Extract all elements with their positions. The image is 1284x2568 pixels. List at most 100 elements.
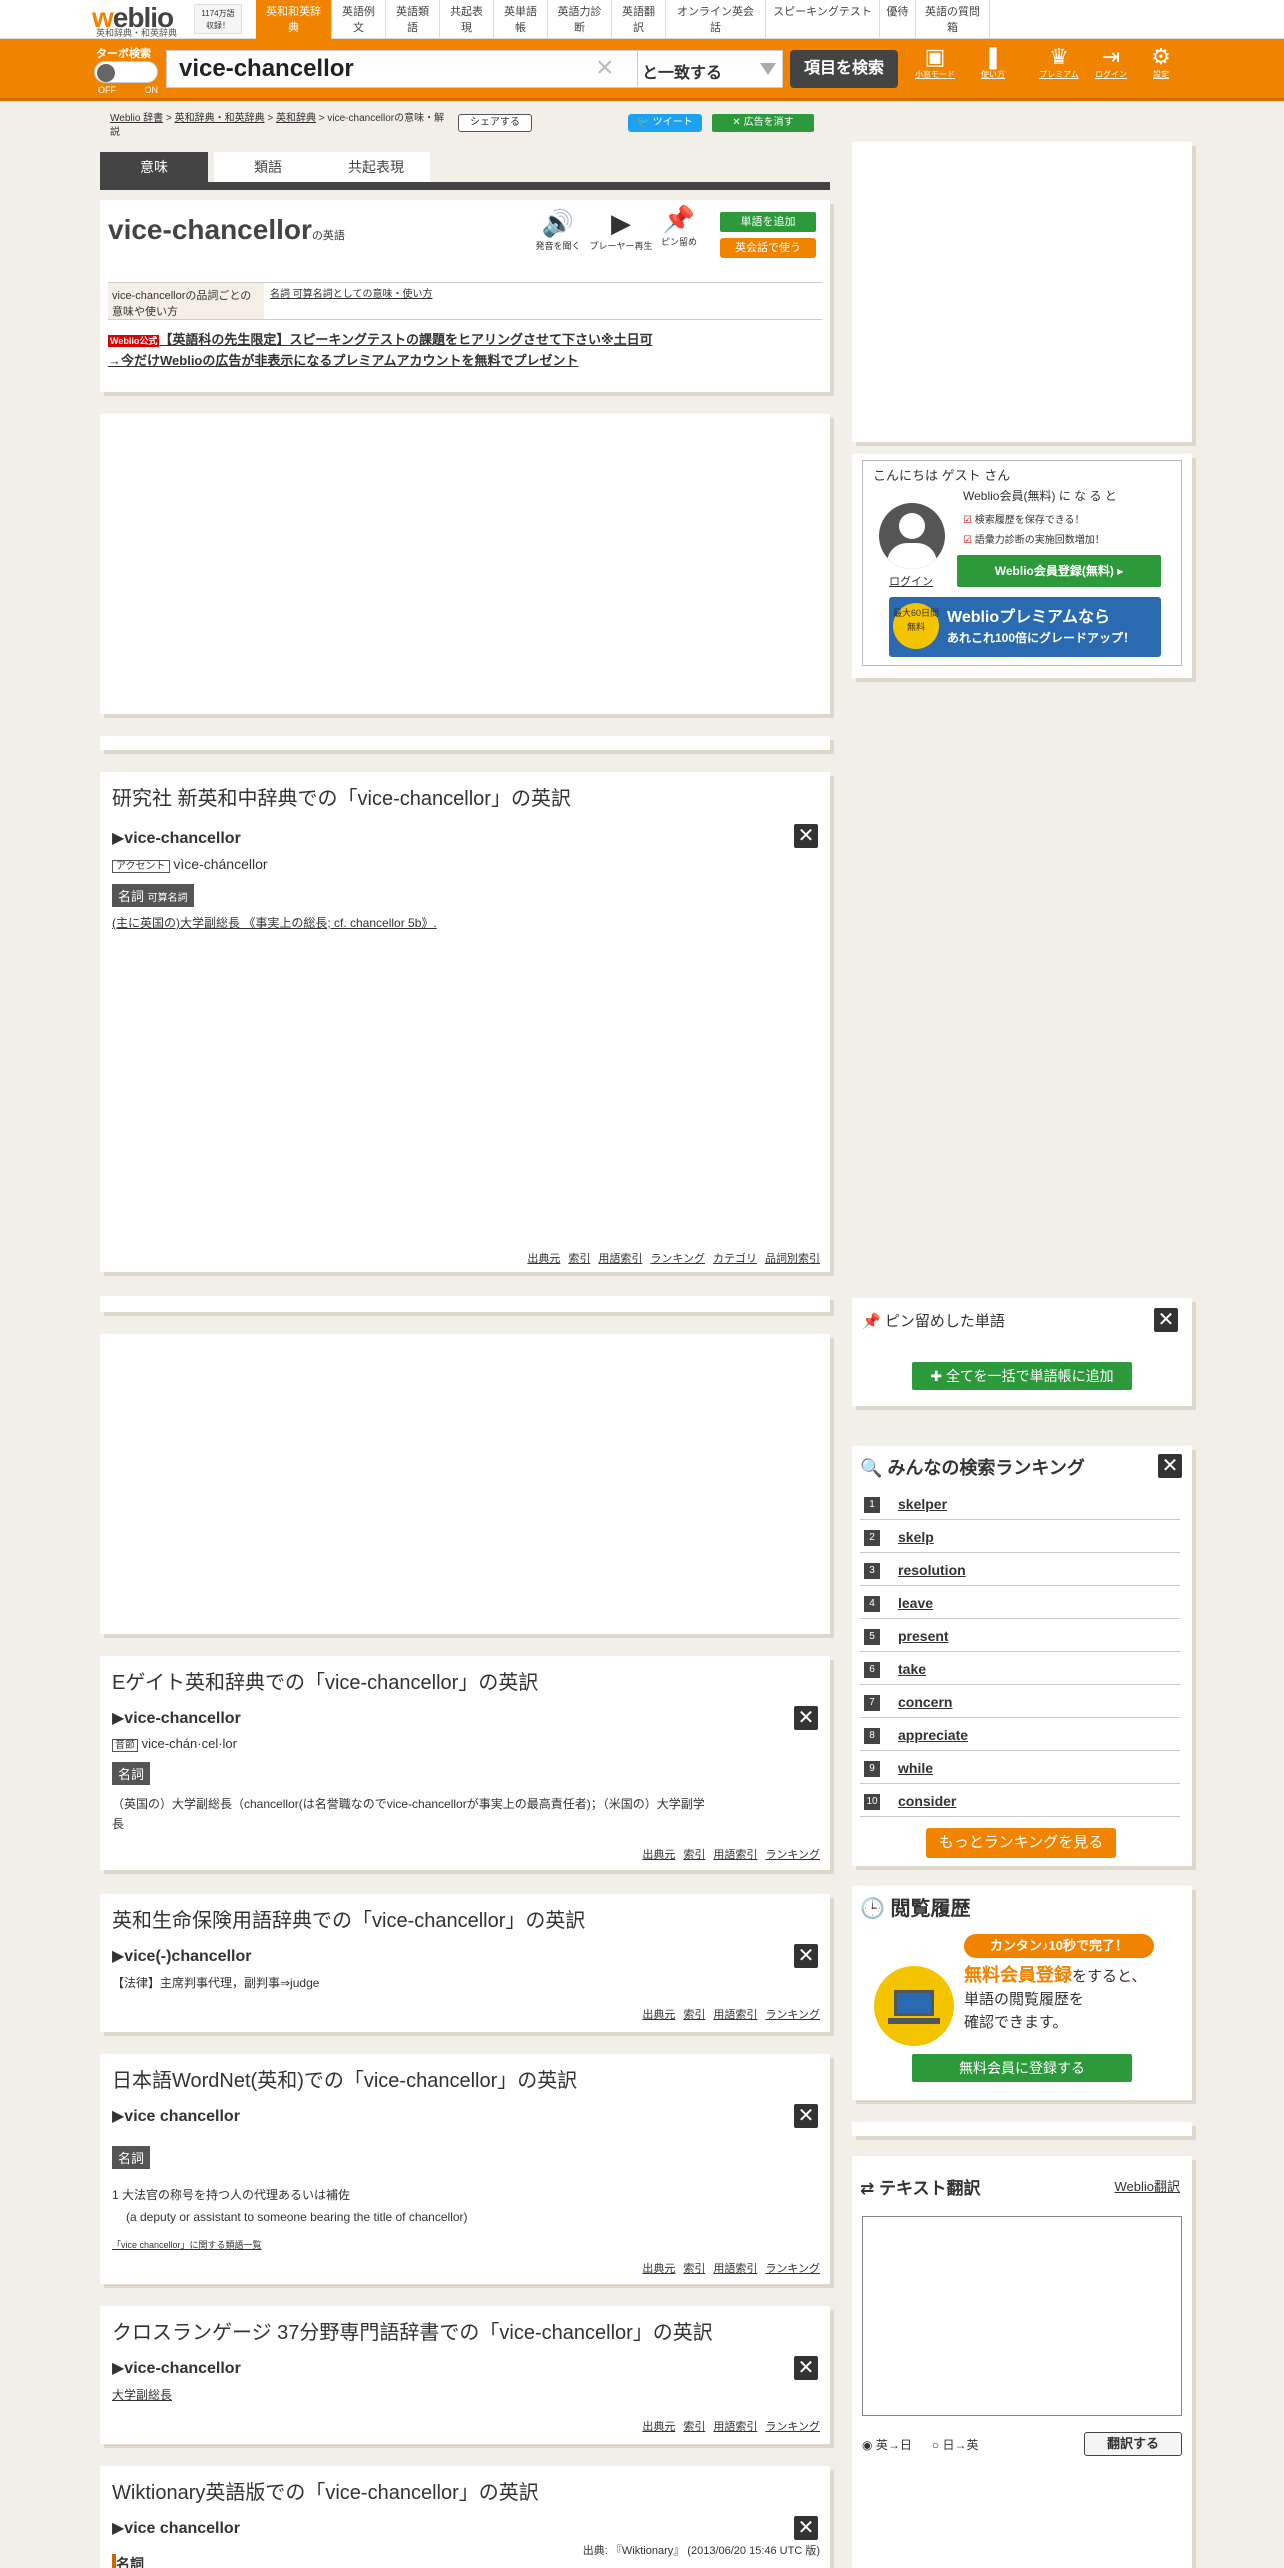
twitter-icon: 🐦 xyxy=(637,117,650,128)
nav-tab[interactable]: 英語の質問箱 xyxy=(916,0,990,39)
register-free-button[interactable]: 無料会員に登録する xyxy=(912,2054,1132,2082)
more-ranking-button[interactable]: もっとランキングを見る xyxy=(926,1828,1116,1858)
entry-head: ▶vice-chancellor xyxy=(112,1710,241,1727)
translate-textarea[interactable] xyxy=(862,2216,1182,2416)
ranking-row[interactable]: 6 take xyxy=(860,1655,1180,1685)
ranking-word[interactable]: present xyxy=(898,1628,949,1644)
close-icon[interactable]: ✕ xyxy=(794,1944,818,1968)
ranking-row[interactable]: 2 skelp xyxy=(860,1523,1180,1553)
radio-ja-en[interactable]: ○ 日→英 xyxy=(932,2438,979,2452)
ranking-word[interactable]: take xyxy=(898,1661,926,1677)
ranking-row[interactable]: 8 appreciate xyxy=(860,1721,1180,1751)
nav-tab[interactable]: 英語翻訳 xyxy=(612,0,666,39)
ranking-row[interactable]: 1 skelper xyxy=(860,1490,1180,1520)
pos-link[interactable]: 名詞 可算名詞としての意味・使い方 xyxy=(270,285,432,300)
crumb-eiwa[interactable]: 英和辞典・和英辞典 xyxy=(175,113,265,124)
nav-tab[interactable]: 優待 xyxy=(880,0,916,39)
pin-button[interactable]: 📌 ピン留め xyxy=(656,204,702,248)
close-icon[interactable]: ✕ xyxy=(1154,1308,1178,1332)
definition[interactable]: 【法律】主席判事代理，副判事⇒judge xyxy=(112,1974,319,1991)
ranking-word[interactable]: leave xyxy=(898,1595,933,1611)
hide-ads-button[interactable]: ✕ 広告を消す xyxy=(712,114,814,132)
register-button[interactable]: Weblio会員登録(無料) ▸ xyxy=(957,555,1161,587)
search-input[interactable]: vice-chancellor xyxy=(166,50,638,88)
nav-tab[interactable]: スピーキングテスト xyxy=(766,0,880,39)
ranking-row[interactable]: 7 concern xyxy=(860,1688,1180,1718)
nav-tab[interactable]: 英語例文 xyxy=(332,0,386,39)
definition[interactable]: （英国の）大学副総長（chancellor(は名誉職なのでvice-chance… xyxy=(112,1794,822,1834)
close-icon[interactable]: ✕ xyxy=(794,824,818,848)
ranking-word[interactable]: skelp xyxy=(898,1529,934,1545)
conversation-button[interactable]: 英会話で使う xyxy=(720,238,816,258)
tab-collocations[interactable]: 共起表現 xyxy=(322,152,430,182)
crumb-dict[interactable]: 英和辞典 xyxy=(276,113,316,124)
weblio-translate-link[interactable]: Weblio翻訳 xyxy=(1114,2176,1180,2195)
nav-tab[interactable]: 英語力診断 xyxy=(548,0,612,39)
close-icon[interactable]: ✕ xyxy=(1158,1454,1182,1478)
clear-icon[interactable]: × xyxy=(596,53,614,83)
ranking-word[interactable]: concern xyxy=(898,1694,952,1710)
play-icon: ▶ xyxy=(611,208,631,238)
small-mode-button[interactable]: ▣ 小窓モード xyxy=(910,45,960,80)
promo-text[interactable]: Weblio公式 【英語科の先生限定】スピーキングテストの課題をヒアリングさせて下… xyxy=(108,330,653,371)
match-mode-select[interactable]: と一致する xyxy=(637,50,783,88)
search-icon: 🔍 xyxy=(860,1458,883,1478)
nav-tab[interactable]: 共起表現 xyxy=(440,0,494,39)
translate-button[interactable]: 翻訳する xyxy=(1084,2432,1182,2456)
login-link[interactable]: ログイン xyxy=(889,573,933,589)
source-link[interactable]: 品詞別索引 xyxy=(765,1250,820,1266)
tab-meaning[interactable]: 意味 xyxy=(100,152,208,182)
source-link[interactable]: 用語索引 xyxy=(598,1250,642,1266)
add-all-button[interactable]: ✚ 全てを一括で単語帳に追加 xyxy=(912,1362,1132,1390)
definition[interactable]: (主に英国の)大学副総長 《事実上の総長; cf. chancellor 5b》… xyxy=(112,914,437,931)
source-link[interactable]: 索引 xyxy=(568,1250,590,1266)
ranking-word[interactable]: appreciate xyxy=(898,1727,968,1743)
premium-banner[interactable]: 最大60日間無料 Weblioプレミアムなら あれこれ100倍にグレードアップ！ xyxy=(889,597,1161,657)
search-button[interactable]: 項目を検索 xyxy=(790,50,898,88)
entry-head: ▶vice(-)chancellor xyxy=(112,1948,252,1965)
ranking-row[interactable]: 4 leave xyxy=(860,1589,1180,1619)
usage-button[interactable]: ❚ 使い方 xyxy=(968,45,1018,80)
rank-number: 10 xyxy=(864,1794,880,1810)
nav-tab[interactable]: オンライン英会話 xyxy=(666,0,766,39)
tweet-button[interactable]: 🐦 ツイート xyxy=(628,114,702,132)
premium-icon: ♛ xyxy=(1049,44,1069,69)
crumb-weblio[interactable]: Weblio 辞書 xyxy=(110,113,163,124)
logo-subtitle: 英和辞典・和英辞典 xyxy=(96,28,178,38)
nav-tab[interactable]: 英和和英辞典 xyxy=(256,0,332,39)
premium-button[interactable]: ♛ プレミアム xyxy=(1034,45,1084,80)
close-icon[interactable]: ✕ xyxy=(794,2356,818,2380)
radio-en-ja[interactable]: ◉ 英→日 xyxy=(862,2438,912,2452)
close-icon[interactable]: ✕ xyxy=(794,2104,818,2128)
source-link[interactable]: ランキング xyxy=(650,1250,705,1266)
definition[interactable]: 1 大法官の称号を持つ人の代理あるいは補佐 (a deputy or assist… xyxy=(112,2184,468,2228)
nav-tab[interactable]: 英単語帳 xyxy=(494,0,548,39)
login-button[interactable]: ⇥ ログイン xyxy=(1086,45,1136,80)
definition[interactable]: 大学副総長 xyxy=(112,2386,172,2403)
cross-section: クロスランゲージ 37分野専門語辞書での「vice-chancellor」の英訳… xyxy=(100,2306,830,2444)
ranking-row[interactable]: 3 resolution xyxy=(860,1556,1180,1586)
syllable-text: vice-chán·cel·lor xyxy=(141,1736,237,1751)
ranking-row[interactable]: 5 present xyxy=(860,1622,1180,1652)
close-icon[interactable]: ✕ xyxy=(794,2516,818,2540)
ranking-row[interactable]: 9 while xyxy=(860,1754,1180,1784)
source-link[interactable]: 出典元 xyxy=(527,1250,560,1266)
related-link[interactable]: 「vice chancellor」に関する類語一覧 xyxy=(112,2238,262,2251)
off-label: OFF xyxy=(98,85,116,95)
player-button[interactable]: ▶ プレーヤー再生 xyxy=(586,208,656,252)
listen-button[interactable]: 🔊 発音を聞く xyxy=(528,208,588,252)
tab-synonyms[interactable]: 類語 xyxy=(214,152,322,182)
add-word-button[interactable]: 単語を追加 xyxy=(720,212,816,232)
close-icon[interactable]: ✕ xyxy=(794,1706,818,1730)
source-link[interactable]: カテゴリ xyxy=(713,1250,757,1266)
ranking-row[interactable]: 10 consider xyxy=(860,1787,1180,1817)
entry-head: ▶vice chancellor xyxy=(112,2520,240,2537)
nav-tab[interactable]: 英語類語 xyxy=(386,0,440,39)
share-button[interactable]: シェアする xyxy=(458,114,532,132)
ranking-word[interactable]: while xyxy=(898,1760,933,1776)
settings-button[interactable]: ⚙ 設定 xyxy=(1136,45,1186,80)
ranking-word[interactable]: skelper xyxy=(898,1496,947,1512)
ranking-word[interactable]: consider xyxy=(898,1793,956,1809)
ranking-word[interactable]: resolution xyxy=(898,1562,966,1578)
turbo-toggle[interactable] xyxy=(94,61,158,83)
